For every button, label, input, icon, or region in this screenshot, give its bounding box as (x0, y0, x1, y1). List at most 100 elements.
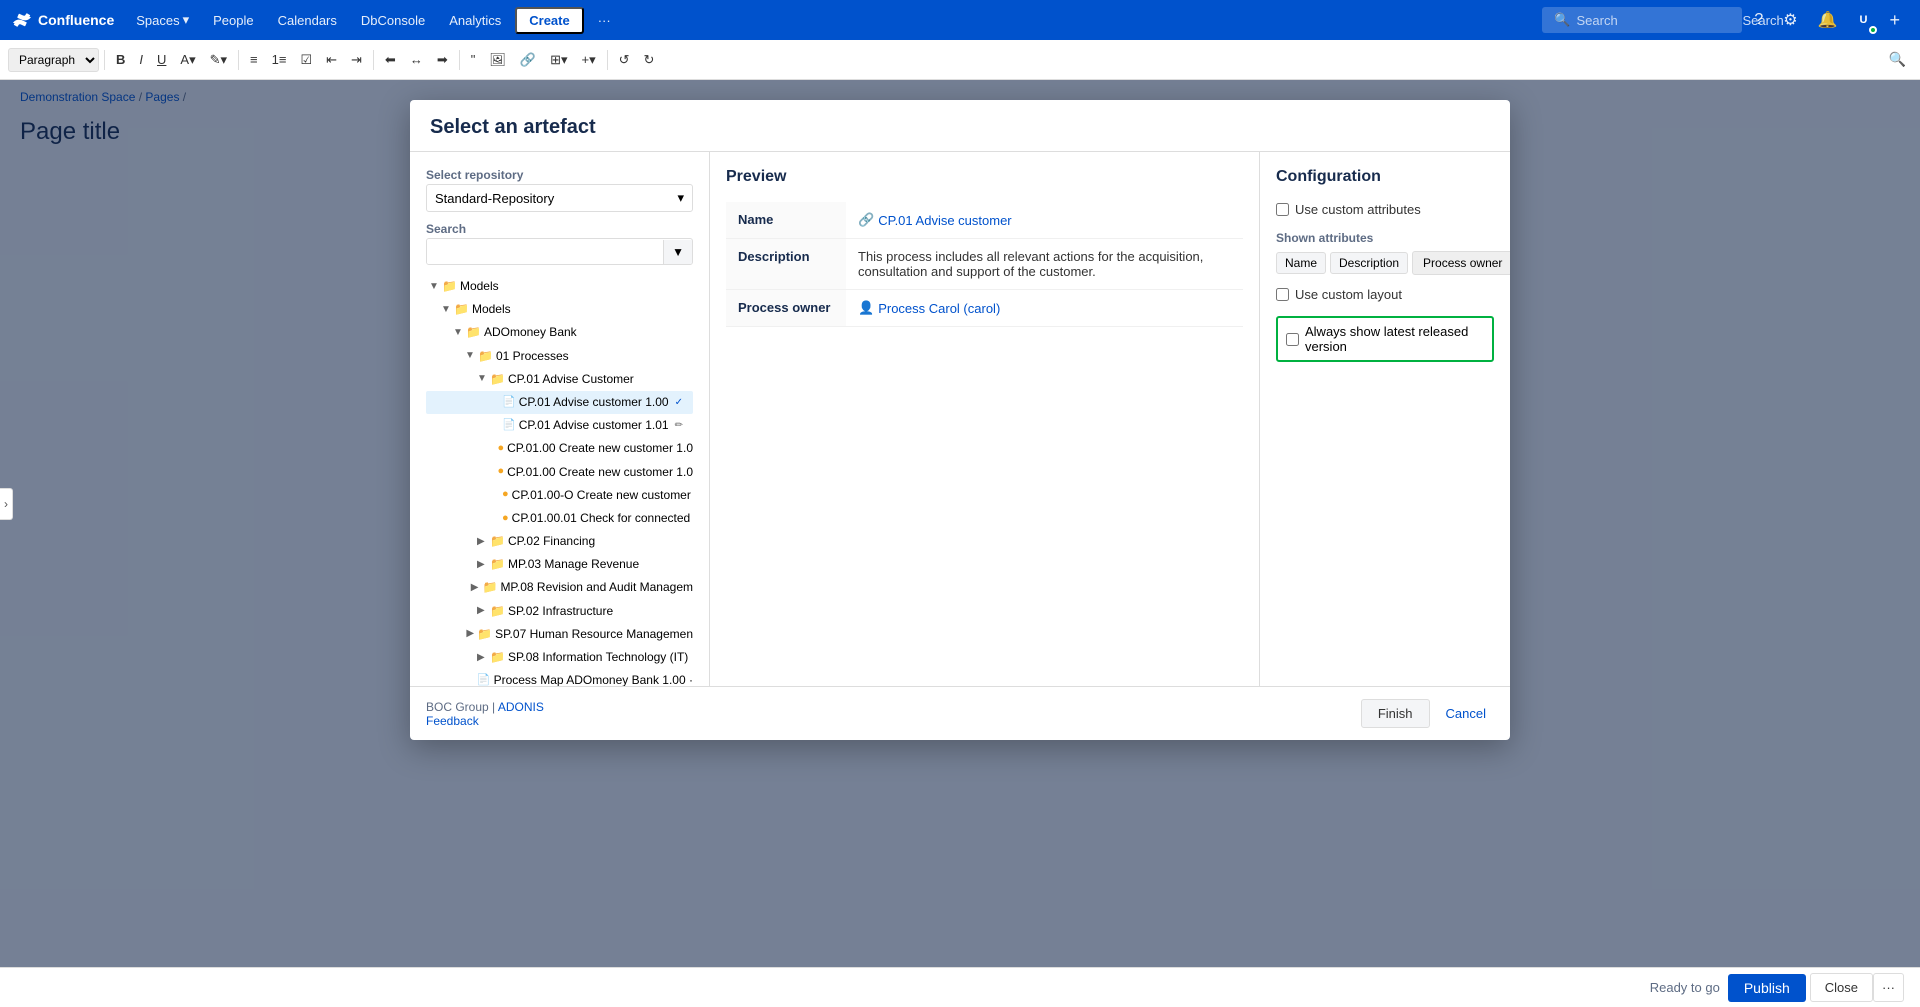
chevron-right-icon: ▶ (477, 557, 487, 573)
publish-button[interactable]: Publish (1728, 974, 1806, 1002)
tree-search-input[interactable] (427, 239, 663, 264)
shown-attrs-row: Name Description Process owner (1276, 251, 1494, 275)
undo-button[interactable]: ↺ (613, 48, 636, 72)
tree-search-field: ▼ (426, 238, 693, 265)
align-left-button[interactable]: ⬅ (379, 48, 402, 72)
align-right-button[interactable]: ➡ (431, 48, 454, 72)
sidebar-toggle[interactable]: › (0, 488, 13, 520)
use-custom-attrs-checkbox[interactable] (1276, 203, 1289, 216)
settings-icon[interactable]: ⚙ (1775, 6, 1805, 34)
process-owner-link[interactable]: 👤 Process Carol (carol) (858, 300, 1231, 316)
preview-process-owner-value: 👤 Process Carol (carol) (846, 290, 1243, 327)
repository-section: Select repository Standard-Repository ▾ (426, 168, 693, 212)
dialog-overlay: Select an artefact Select repository Sta… (0, 80, 1920, 967)
preview-name-label: Name (726, 202, 846, 239)
notifications-icon[interactable]: 🔔 (1810, 6, 1846, 34)
folder-icon: 📁 (490, 532, 505, 551)
tree-item-models[interactable]: ▼ 📁 Models (426, 298, 693, 321)
help-icon[interactable]: ? (1746, 7, 1771, 33)
close-button[interactable]: Close (1810, 973, 1873, 1002)
attr-name-tag: Name (1276, 252, 1326, 274)
use-custom-layout-checkbox[interactable] (1276, 288, 1289, 301)
toolbar-separator-5 (607, 50, 608, 70)
search-box[interactable]: 🔍 Search (1542, 7, 1742, 33)
nav-people[interactable]: People (203, 9, 263, 32)
attr-description-tag: Description (1330, 252, 1408, 274)
tree-item-cp01-1.01[interactable]: 📄 CP.01 Advise customer 1.01 ✏ (426, 414, 693, 437)
repository-label: Select repository (426, 168, 693, 182)
tree-item-cp02[interactable]: ▶ 📁 CP.02 Financing (426, 530, 693, 553)
bottom-bar: Ready to go Publish Close ··· (0, 967, 1920, 1007)
finish-button[interactable]: Finish (1361, 699, 1430, 728)
chevron-right-icon: ▶ (466, 626, 474, 642)
checkmark-icon: ✓ (675, 395, 683, 411)
tree-search-button[interactable]: ▼ (663, 240, 692, 264)
file-blue-icon: 📄 (477, 672, 491, 686)
redo-button[interactable]: ↻ (638, 48, 661, 72)
tree-item-01processes[interactable]: ▼ 📁 01 Processes (426, 345, 693, 368)
use-custom-layout-checkbox-label[interactable]: Use custom layout (1276, 287, 1494, 302)
tree-item-sp08[interactable]: ▶ 📁 SP.08 Information Technology (IT) (426, 646, 693, 669)
numbered-list-button[interactable]: 1≡ (266, 48, 293, 71)
feedback-link[interactable]: Feedback (426, 714, 479, 728)
highlight-button[interactable]: ✎▾ (204, 48, 233, 72)
underline-button[interactable]: U (151, 48, 172, 71)
quote-button[interactable]: " (465, 48, 482, 71)
tree-item-mp03[interactable]: ▶ 📁 MP.03 Manage Revenue (426, 553, 693, 576)
preview-name-value: 🔗 CP.01 Advise customer (846, 202, 1243, 239)
table-button[interactable]: ⊞▾ (544, 48, 573, 72)
checkbox-button[interactable]: ☑ (294, 48, 318, 72)
nav-more[interactable]: ··· (588, 9, 621, 32)
adonis-link[interactable]: ADONIS (498, 700, 544, 714)
chevron-right-icon: ▶ (477, 603, 487, 619)
tree-item-cp0100-1[interactable]: ● CP.01.00 Create new customer 1.0 (426, 437, 693, 460)
indent-button[interactable]: ⇥ (345, 48, 368, 72)
more-options-button[interactable]: ··· (1873, 973, 1904, 1002)
add-icon[interactable]: + (1881, 6, 1908, 35)
always-show-latest-checkbox[interactable] (1286, 333, 1299, 346)
process-link-icon: 🔗 (858, 212, 874, 228)
tree-item-mp08[interactable]: ▶ 📁 MP.08 Revision and Audit Managem (426, 576, 693, 599)
repository-select[interactable]: Standard-Repository ▾ (426, 184, 693, 212)
nav-dbconsole[interactable]: DbConsole (351, 9, 435, 32)
always-show-latest-box: Always show latest released version (1276, 316, 1494, 362)
configuration-panel: Configuration Use custom attributes Show… (1260, 152, 1510, 686)
user-avatar[interactable]: U (1849, 6, 1877, 34)
logo-text: Confluence (38, 12, 114, 28)
italic-button[interactable]: I (133, 48, 149, 71)
search-input[interactable] (1577, 13, 1737, 28)
tree-item-cp010001[interactable]: ● CP.01.00.01 Check for connected (426, 507, 693, 530)
cancel-button[interactable]: Cancel (1438, 699, 1494, 728)
file-check-icon: 📄 (502, 394, 516, 412)
search-toolbar-icon[interactable]: 🔍 (1883, 47, 1912, 72)
nav-spaces[interactable]: Spaces ▾ (126, 8, 199, 32)
tree-item-sp07[interactable]: ▶ 📁 SP.07 Human Resource Managemen (426, 623, 693, 646)
preview-name-link[interactable]: 🔗 CP.01 Advise customer (858, 212, 1231, 228)
tree-item-processmap[interactable]: 📄 Process Map ADOmoney Bank 1.00 · (426, 669, 693, 686)
bottom-status: Ready to go (1650, 980, 1720, 995)
bullet-list-button[interactable]: ≡ (244, 48, 264, 71)
text-color-button[interactable]: A▾ (174, 48, 201, 72)
tree-item-cp0100-2[interactable]: ● CP.01.00 Create new customer 1.0 (426, 461, 693, 484)
confluence-logo[interactable]: Confluence (12, 10, 114, 30)
bold-button[interactable]: B (110, 48, 131, 71)
toolbar-separator-4 (459, 50, 460, 70)
align-center-button[interactable]: ↔ (404, 48, 429, 71)
outdent-button[interactable]: ⇤ (320, 48, 343, 72)
insert-button[interactable]: +▾ (575, 48, 601, 72)
file-yellow-icon: ● (497, 440, 504, 458)
tree-item-sp02[interactable]: ▶ 📁 SP.02 Infrastructure (426, 600, 693, 623)
tree-item-models-root[interactable]: ▼ 📁 Models (426, 275, 693, 298)
nav-calendars[interactable]: Calendars (268, 9, 347, 32)
nav-analytics[interactable]: Analytics (439, 9, 511, 32)
tree-item-cp01-1.00[interactable]: 📄 CP.01 Advise customer 1.00 ✓ (426, 391, 693, 414)
paragraph-style-select[interactable]: Paragraph (8, 48, 99, 72)
tree-item-cp01advise[interactable]: ▼ 📁 CP.01 Advise Customer (426, 368, 693, 391)
tree-item-cp0100-o[interactable]: ● CP.01.00-O Create new customer (426, 484, 693, 507)
attr-process-owner-select[interactable]: Process owner (1412, 251, 1510, 275)
create-button[interactable]: Create (515, 7, 583, 34)
image-button[interactable]: 🖼 (483, 48, 512, 72)
link-button[interactable]: 🔗 (514, 48, 542, 72)
tree-item-adomoney[interactable]: ▼ 📁 ADOmoney Bank (426, 321, 693, 344)
use-custom-attrs-checkbox-label[interactable]: Use custom attributes (1276, 202, 1494, 217)
